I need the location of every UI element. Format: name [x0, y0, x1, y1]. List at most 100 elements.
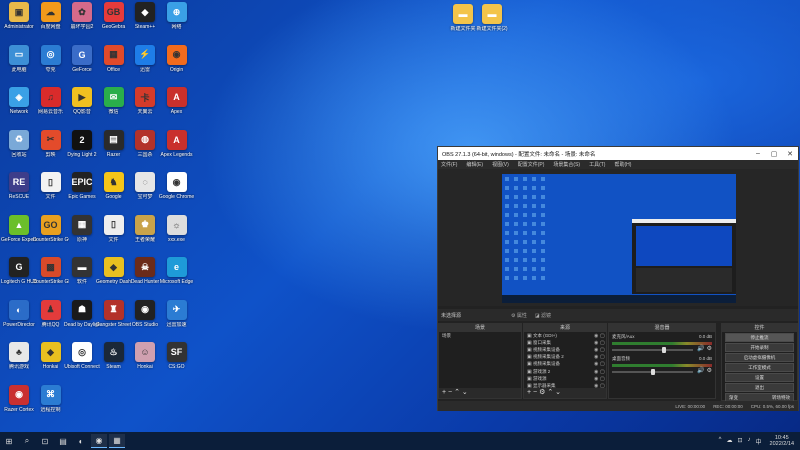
lock-icon[interactable]: ▢ [600, 347, 606, 353]
source-item[interactable]: ▣ 游戏源 2 ◉ ▢ [524, 368, 606, 375]
app-icon: ▩ [40, 257, 61, 277]
desktop-shortcut[interactable]: A Apex [159, 87, 195, 127]
control-button[interactable]: 开始录制 [725, 343, 794, 352]
desktop-shortcut[interactable]: ◉ Origin [159, 44, 195, 85]
app-icon: ▣ [9, 2, 29, 22]
transition-fade[interactable]: 渐变 [729, 394, 738, 401]
mixer-dock: 混音器 麦克风/Aux 0.0 dB 🔊 ⚙ 桌面音频 0.0 dB 🔊 ⚙ [608, 323, 716, 399]
menu-scene-collection[interactable]: 场景集合(S) [553, 161, 580, 168]
control-button[interactable]: 工作室模式 [725, 363, 794, 372]
properties-button[interactable]: ⚙ 属性 [511, 312, 527, 319]
obs-preview-area[interactable] [438, 169, 798, 306]
obs-window[interactable]: OBS 27.1.3 (64-bit, windows) - 配置文件: 未命名… [437, 146, 799, 411]
app-icon: ✉ [103, 87, 124, 107]
preview-canvas[interactable] [502, 174, 736, 303]
control-button[interactable]: 设置 [725, 373, 794, 382]
start-icon[interactable]: ⊞ [1, 434, 17, 448]
maximize-icon[interactable]: ▢ [766, 150, 782, 158]
volume-slider[interactable] [612, 369, 694, 375]
app-icon: A [166, 129, 187, 150]
desktop-shortcut[interactable]: ✈ 迅雷加速 [159, 299, 195, 340]
desktop-shortcut[interactable]: ◉ Google Chrome [159, 172, 195, 212]
tray-icon[interactable]: ^ [719, 437, 722, 446]
source-item[interactable]: ▣ 视频采集设备 2 ◉ ▢ [524, 354, 606, 361]
scene-down-icon[interactable]: ⌄ [462, 389, 468, 396]
taskbar-app-icon[interactable]: ▦ [109, 434, 125, 448]
lock-icon[interactable]: ▢ [600, 369, 606, 375]
taskbar-app-icon[interactable]: ▤ [55, 434, 71, 448]
gear-icon[interactable]: ⚙ [707, 367, 712, 374]
source-name: 游戏源 [533, 375, 547, 381]
source-item[interactable]: ▣ 视频采集设备 ◉ ▢ [524, 361, 606, 368]
desktop-shortcut[interactable]: ⌘ 远程控制 [33, 384, 69, 425]
taskbar-app-icon[interactable]: ⊡ [37, 434, 53, 448]
app-icon: ♞ [103, 172, 124, 192]
taskbar-app-icon[interactable]: ◉ [91, 434, 107, 448]
desktop-shortcut[interactable]: A Apex Legends [159, 129, 195, 170]
remove-scene-icon[interactable]: − [448, 389, 452, 396]
cpu-status: CPU: 0.5%, 60.00 fps [750, 403, 794, 409]
desktop-folder[interactable]: ▬ 新建文件夹(2) [474, 4, 510, 44]
search-icon[interactable]: ⌕ [19, 434, 35, 448]
lock-icon[interactable]: ▢ [600, 333, 606, 339]
app-icon: ▲ [9, 214, 29, 235]
app-icon: A [166, 87, 187, 107]
tray-icon[interactable]: 中 [756, 437, 762, 446]
shortcut-label: Apex Legends [160, 151, 193, 158]
lock-icon[interactable]: ▢ [600, 354, 606, 360]
lock-icon[interactable]: ▢ [600, 340, 606, 346]
mixer-channel: 麦克风/Aux 0.0 dB 🔊 ⚙ [609, 332, 715, 354]
clock[interactable]: 10:45 2022/2/14 [770, 435, 794, 447]
add-scene-icon[interactable]: + [442, 389, 446, 396]
tray-icon[interactable]: ⊡ [737, 437, 742, 446]
desktop-shortcut[interactable]: e Microsoft Edge [159, 257, 195, 297]
source-item[interactable]: ▣ 窗口采集 ◉ ▢ [524, 339, 606, 346]
menu-edit[interactable]: 编辑(E) [466, 161, 483, 168]
sources-footer: + − ⚙ ⌃ ⌄ [524, 388, 606, 398]
taskbar-app-icon[interactable]: ◐ [73, 434, 89, 448]
add-source-icon[interactable]: + [527, 389, 531, 396]
menu-help[interactable]: 帮助(H) [614, 161, 631, 168]
volume-slider[interactable] [612, 347, 694, 353]
control-button[interactable]: 停止推流 [725, 333, 794, 342]
app-icon: ◉ [135, 299, 155, 320]
control-button[interactable]: 退出 [725, 383, 794, 392]
remove-source-icon[interactable]: − [533, 389, 537, 396]
desktop-shortcut[interactable]: ⊕ 网络 [159, 2, 195, 42]
minimize-icon[interactable]: – [750, 150, 766, 157]
speaker-icon[interactable]: 🔊 [697, 345, 704, 352]
transition-effect[interactable]: 转场特效 [772, 394, 790, 401]
desktop-shortcut[interactable]: SF CS:GO [159, 342, 195, 382]
app-icon: ▦ [72, 214, 92, 235]
scenes-header: 场景 [439, 324, 521, 332]
source-settings-icon[interactable]: ⚙ [539, 389, 545, 396]
lock-icon[interactable]: ▢ [600, 376, 606, 382]
lock-icon[interactable]: ▢ [600, 361, 606, 367]
menu-view[interactable]: 视图(V) [492, 161, 509, 168]
source-down-icon[interactable]: ⌄ [555, 389, 561, 396]
speaker-icon[interactable]: 🔊 [697, 367, 704, 374]
menu-profile[interactable]: 配置文件(P) [518, 161, 545, 168]
filters-button[interactable]: ◪ 滤镜 [535, 312, 551, 319]
source-item[interactable]: ▣ 游戏源 ◉ ▢ [524, 375, 606, 382]
tray-icon[interactable]: ☁ [726, 437, 732, 446]
scene-item[interactable]: 场景 [439, 332, 521, 339]
app-icon: ◆ [103, 257, 124, 277]
gear-icon[interactable]: ⚙ [707, 345, 712, 352]
taskbar: ⊞ ⌕ ⊡ ▤ ◐ ◉ ▦ ^ ☁ ⊡ ♪ 中 10:45 2022/2/14 [0, 432, 800, 450]
source-item[interactable]: ▣ 视频采集设备 ◉ ▢ [524, 346, 606, 353]
mixer-channel: 桌面音频 0.0 dB 🔊 ⚙ [609, 354, 715, 376]
menu-file[interactable]: 文件(F) [441, 161, 457, 168]
control-button[interactable]: 启动虚拟摄像机 [725, 353, 794, 362]
close-icon[interactable]: ✕ [782, 150, 798, 158]
source-item[interactable]: ▣ 文本 (GDI+) ◉ ▢ [524, 332, 606, 339]
shortcut-label: 迅雷加速 [166, 321, 187, 328]
desktop-shortcut[interactable]: ☼ xxx.exe [159, 214, 195, 255]
folder-icon: ▬ [482, 4, 502, 24]
menu-tools[interactable]: 工具(T) [589, 161, 605, 168]
tray-icon[interactable]: ♪ [748, 437, 751, 446]
scene-up-icon[interactable]: ⌃ [454, 389, 460, 396]
source-up-icon[interactable]: ⌃ [547, 389, 553, 396]
app-icon: ♚ [135, 214, 155, 235]
rec-status: REC: 00:00:00 [713, 403, 743, 409]
